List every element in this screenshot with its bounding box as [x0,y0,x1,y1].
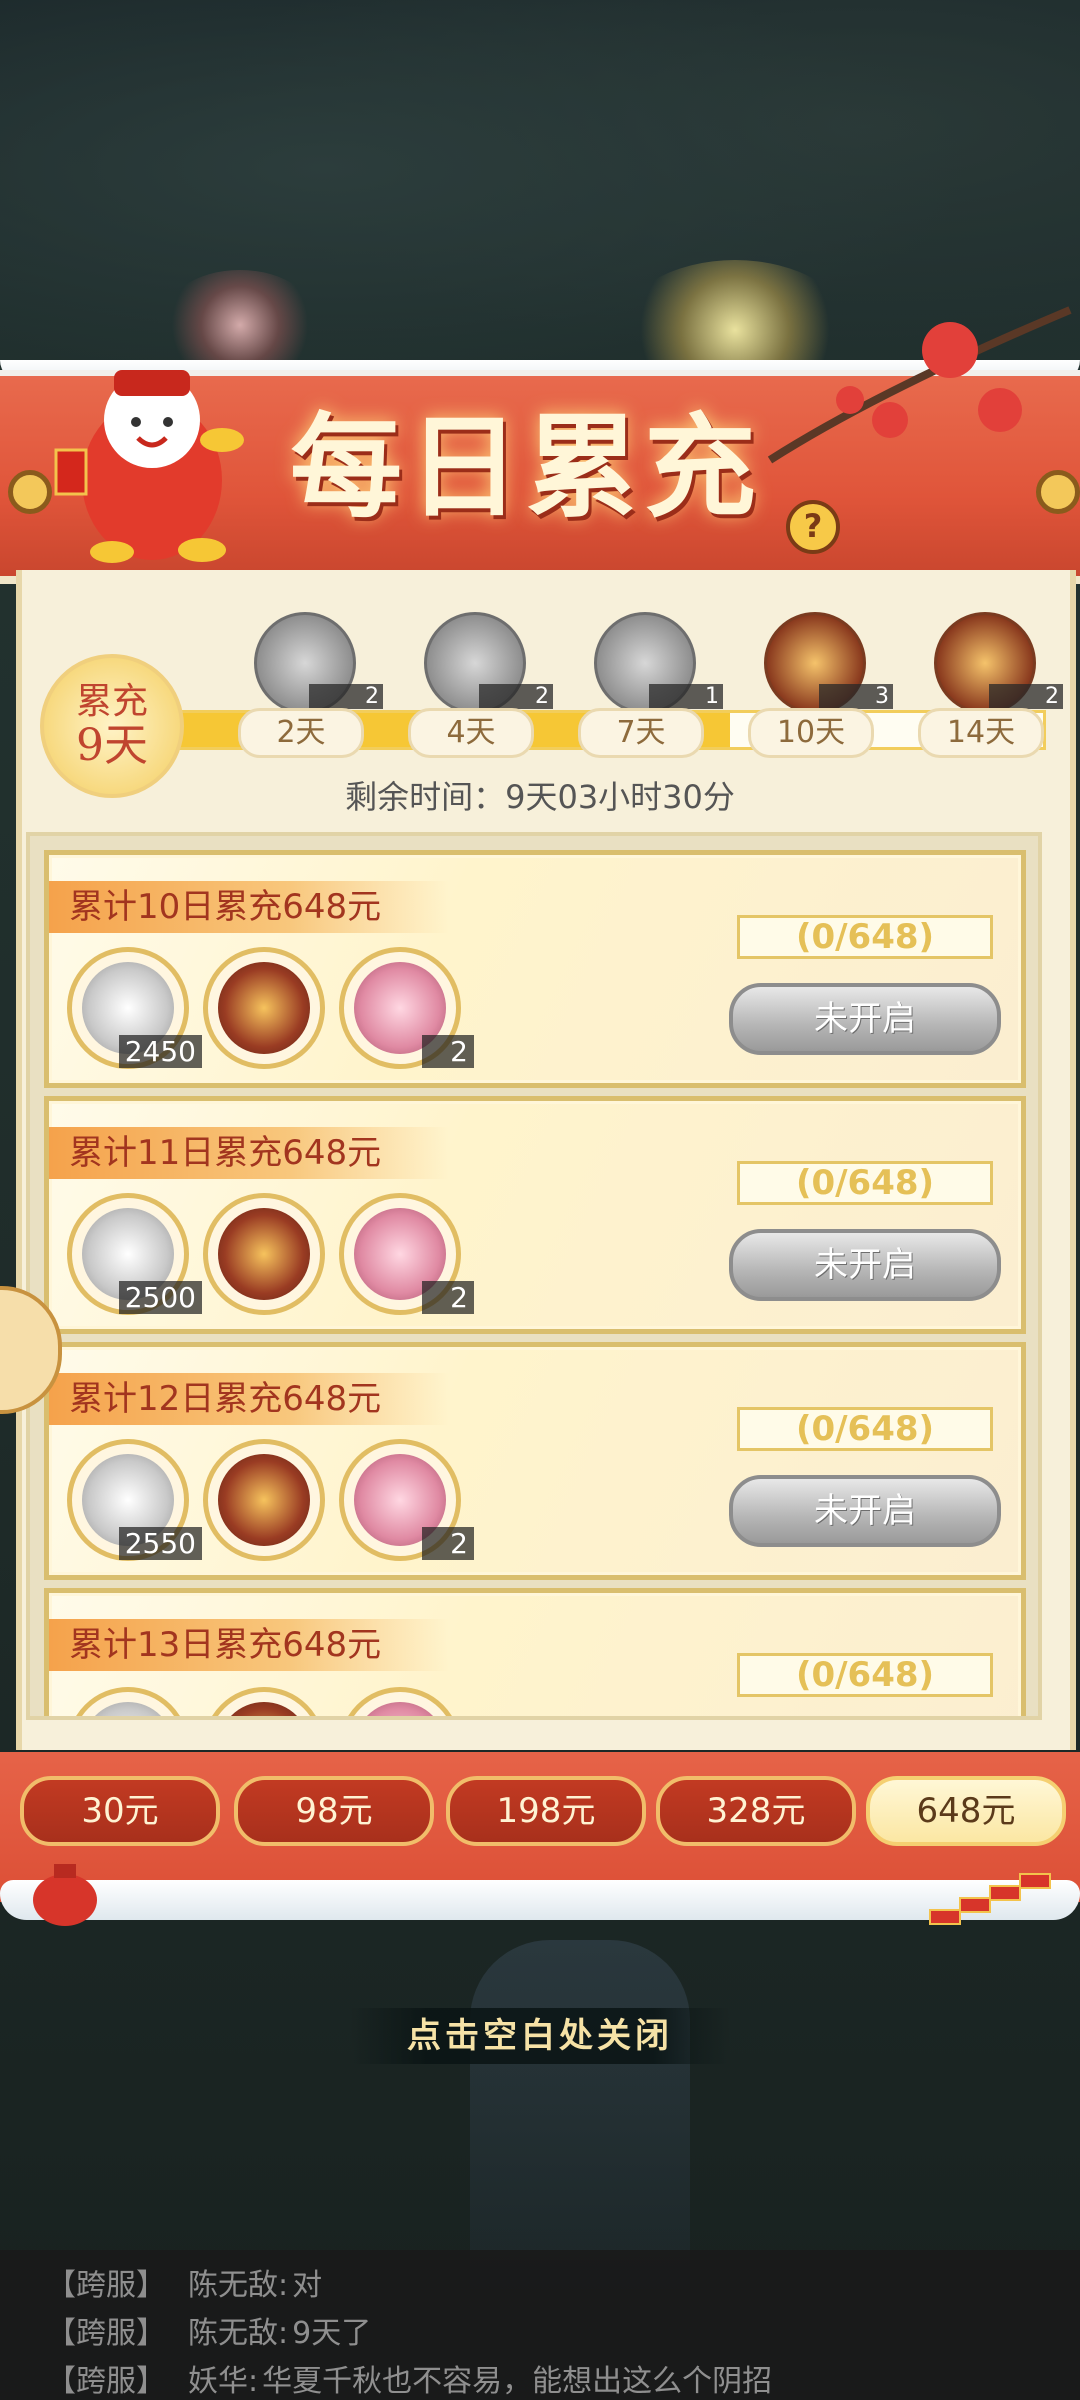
gift-box-icon [354,1702,446,1716]
claim-button[interactable]: 未开启 [729,1229,1001,1301]
milestone-count: 2 [479,684,553,709]
tier-648-button[interactable]: 648元 [866,1776,1066,1846]
milestone-7-days[interactable]: 1 7天 [578,612,723,758]
claim-button[interactable]: 未开启 [729,1475,1001,1547]
reward-item[interactable]: 2450 [67,947,202,1069]
chat-panel[interactable]: 【跨服】 陈无敌: 对 【跨服】 陈无敌: 9天了 【跨服】 妖华: 华夏千秋也不容易，能想… [0,2250,1080,2400]
lucky-bag-icon [33,1864,97,1926]
tier-328-button[interactable]: 328元 [656,1776,856,1846]
task-progress: (0/648) [737,915,993,959]
reward-count: 2550 [118,1527,202,1560]
chat-text: 华夏千秋也不容易，能想出这么个阴招 [262,2364,773,2399]
treasure-chest-icon: 3 [764,612,893,714]
milestone-label: 2天 [238,708,364,758]
milestone-2-days[interactable]: 2 2天 [238,612,383,758]
chat-message: 【跨服】 陈无敌: 对 [46,2260,322,2304]
reward-item[interactable] [67,1687,189,1716]
task-progress: (0/648) [737,1407,993,1451]
treasure-chest-icon [218,1208,310,1300]
reward-item[interactable]: 2550 [67,1439,202,1561]
task-title: 累计11日累充648元 [49,1127,449,1179]
tier-30-button[interactable]: 30元 [20,1776,220,1846]
reward-count: 2 [422,1035,474,1068]
task-card: 累计10日累充648元 2450 2 (0/648) 未开启 [44,850,1026,1088]
treasure-chest-icon [218,962,310,1054]
task-progress: (0/648) [737,1653,993,1697]
milestone-4-days[interactable]: 2 4天 [408,612,553,758]
chat-speaker: 陈无敌: [188,2268,289,2303]
close-hint[interactable]: 点击空白处关闭 [350,2008,730,2064]
task-title: 累计12日累充648元 [49,1373,449,1425]
dragon-weapon-icon: 1 [594,612,723,714]
milestone-label: 14天 [918,708,1044,758]
milestone-label: 4天 [408,708,534,758]
badge-label: 累充 [75,681,148,722]
event-title: 每日累充 [290,402,762,533]
reward-item[interactable]: 2500 [67,1193,202,1315]
reward-item[interactable] [203,1439,325,1561]
task-title: 累计13日累充648元 [49,1619,449,1671]
chat-message: 【跨服】 妖华: 华夏千秋也不容易，能想出这么个阴招 [46,2356,772,2400]
firecracker-icon [929,1873,1051,1925]
silver-chest-icon: 2 [254,612,383,714]
reward-count: 2 [422,1281,474,1314]
milestone-14-days[interactable]: 2 14天 [918,612,1063,758]
chat-text: 9天了 [292,2316,372,2351]
chat-channel: 【跨服】 [46,2316,166,2351]
reward-item[interactable] [203,1193,325,1315]
remaining-time: 剩余时间：9天03小时30分 [345,778,735,816]
reward-count: 2 [422,1527,474,1560]
milestone-count: 2 [309,684,383,709]
milestone-count: 2 [989,684,1063,709]
reward-item[interactable] [203,947,325,1069]
task-card: 累计13日累充648元 (0/648) [44,1588,1026,1716]
chat-channel: 【跨服】 [46,2364,166,2399]
question-icon[interactable]: ? [786,500,840,554]
milestone-count: 1 [649,684,723,709]
reward-count: 2450 [118,1035,202,1068]
task-title: 累计10日累充648元 [49,881,449,933]
reward-count: 2500 [118,1281,202,1314]
chat-speaker: 陈无敌: [188,2316,289,2351]
tier-98-button[interactable]: 98元 [234,1776,434,1846]
mascot-god-of-wealth-icon [54,370,244,563]
treasure-chest-icon [218,1702,310,1716]
chat-channel: 【跨服】 [46,2268,166,2303]
task-progress: (0/648) [737,1161,993,1205]
milestone-10-days[interactable]: 3 10天 [748,612,893,758]
silver-ingot-icon [82,1702,174,1716]
reward-item[interactable] [339,1687,461,1716]
reward-item[interactable]: 2 [339,1439,474,1561]
milestone-label: 7天 [578,708,704,758]
treasure-chest-icon [218,1454,310,1546]
task-card: 累计12日累充648元 2550 2 (0/648) 未开启 [44,1342,1026,1580]
chat-text: 对 [292,2268,323,2303]
chat-speaker: 妖华: [188,2364,259,2399]
silver-chest-icon: 2 [424,612,553,714]
jade-weapon-icon: 2 [934,612,1063,714]
badge-days: 9天 [76,720,148,771]
milestone-count: 3 [819,684,893,709]
reward-item[interactable]: 2 [339,947,474,1069]
claim-button[interactable]: 未开启 [729,983,1001,1055]
chat-message: 【跨服】 陈无敌: 9天了 [46,2308,371,2352]
reward-item[interactable] [203,1687,325,1716]
task-card: 累计11日累充648元 2500 2 (0/648) 未开启 [44,1096,1026,1334]
tier-198-button[interactable]: 198元 [446,1776,646,1846]
reward-item[interactable]: 2 [339,1193,474,1315]
task-list[interactable]: 累计10日累充648元 2450 2 (0/648) 未开启 累计11日累充64… [26,832,1042,1720]
milestone-label: 10天 [748,708,874,758]
